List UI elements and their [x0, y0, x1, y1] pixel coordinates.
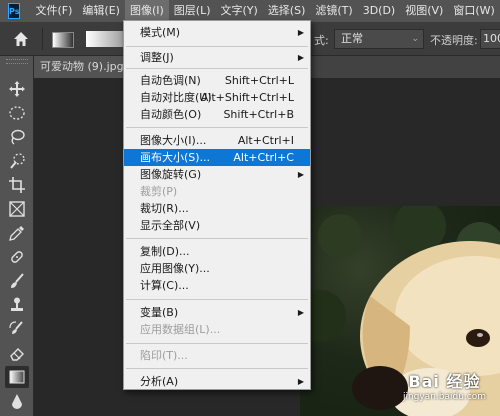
- crop-tool-icon[interactable]: [5, 174, 29, 196]
- menu-layer[interactable]: 图层(L): [169, 0, 216, 22]
- menu-window[interactable]: 窗口(W): [448, 0, 499, 22]
- submenu-arrow-icon: ▶: [297, 308, 304, 317]
- menu-item-duplicate[interactable]: 复制(D)...: [124, 243, 310, 260]
- submenu-arrow-icon: ▶: [297, 53, 304, 62]
- image-menu-dropdown: 模式(M) ▶ 调整(J) ▶ 自动色调(N) Shift+Ctrl+L 自动对…: [123, 20, 311, 390]
- gradient-tool-preset-icon[interactable]: [52, 32, 74, 48]
- menu-separator: [126, 299, 308, 300]
- watermark-brand: Bai 经验: [408, 372, 481, 391]
- menu-image[interactable]: 图像(I): [124, 0, 169, 22]
- watermark-url: jingyan.baidu.com: [402, 392, 486, 402]
- blur-tool-icon[interactable]: [5, 390, 29, 412]
- menu-separator: [126, 46, 308, 47]
- opacity-input[interactable]: 100: [480, 29, 500, 49]
- submenu-arrow-icon: ▶: [297, 170, 304, 179]
- submenu-arrow-icon: ▶: [297, 28, 304, 37]
- menu-type[interactable]: 文字(Y): [216, 0, 263, 22]
- panel-grip[interactable]: [6, 59, 28, 64]
- watermark: Bai 经验 jingyan.baidu.com: [403, 368, 486, 402]
- lasso-tool-icon[interactable]: [5, 126, 29, 148]
- frame-tool-icon[interactable]: [5, 198, 29, 220]
- menu-separator: [126, 343, 308, 344]
- menu-item-trim[interactable]: 裁切(R)...: [124, 200, 310, 217]
- menu-item-auto-color[interactable]: 自动颜色(O) Shift+Ctrl+B: [124, 106, 310, 123]
- menu-item-canvas-size[interactable]: 画布大小(S)... Alt+Ctrl+C: [124, 149, 310, 166]
- menu-item-mode[interactable]: 模式(M) ▶: [124, 24, 310, 41]
- photoshop-logo-icon: Ps: [8, 3, 21, 19]
- menu-edit[interactable]: 编辑(E): [77, 0, 125, 22]
- brush-tool-icon[interactable]: [5, 270, 29, 292]
- eyedropper-tool-icon[interactable]: [5, 222, 29, 244]
- menu-item-reveal-all[interactable]: 显示全部(V): [124, 217, 310, 234]
- menu-separator: [126, 127, 308, 128]
- blend-mode-value: 正常: [341, 32, 363, 45]
- menu-item-auto-tone[interactable]: 自动色调(N) Shift+Ctrl+L: [124, 72, 310, 89]
- home-icon[interactable]: [12, 30, 30, 48]
- menu-separator: [126, 68, 308, 69]
- move-tool-icon[interactable]: [5, 78, 29, 100]
- menu-item-calculations[interactable]: 计算(C)...: [124, 277, 310, 294]
- menu-item-trap: 陷印(T)...: [140, 349, 188, 362]
- menu-item-image-size[interactable]: 图像大小(I)... Alt+Ctrl+I: [124, 132, 310, 149]
- menu-item-crop: 裁剪(P): [140, 185, 178, 198]
- opacity-label: 不透明度:: [430, 34, 478, 47]
- tools-panel: [0, 56, 34, 416]
- submenu-arrow-icon: ▶: [297, 377, 304, 386]
- eraser-tool-icon[interactable]: [5, 342, 29, 364]
- healing-brush-tool-icon[interactable]: [5, 246, 29, 268]
- menu-item-analysis[interactable]: 分析(A) ▶: [124, 373, 310, 390]
- menu-filter[interactable]: 滤镜(T): [310, 0, 357, 22]
- menu-item-adjustments[interactable]: 调整(J) ▶: [124, 49, 310, 66]
- clone-stamp-tool-icon[interactable]: [5, 294, 29, 316]
- menu-separator: [126, 368, 308, 369]
- menu-item-apply-image[interactable]: 应用图像(Y)...: [124, 260, 310, 277]
- menu-bar: Ps 文件(F) 编辑(E) 图像(I) 图层(L) 文字(Y) 选择(S) 滤…: [0, 0, 500, 22]
- menu-3d[interactable]: 3D(D): [358, 0, 401, 22]
- menu-select[interactable]: 选择(S): [263, 0, 311, 22]
- document-tab[interactable]: 可爱动物 (9).jpg @: [34, 56, 126, 78]
- gradient-tool-icon[interactable]: [5, 366, 29, 388]
- menu-view[interactable]: 视图(V): [400, 0, 448, 22]
- menu-item-image-rotation[interactable]: 图像旋转(G) ▶: [124, 166, 310, 183]
- gradient-editor-swatch[interactable]: [86, 31, 126, 47]
- menu-item-variables[interactable]: 变量(B) ▶: [124, 304, 310, 321]
- chevron-down-icon: ⌄: [411, 34, 419, 44]
- options-separator: [42, 28, 43, 50]
- blend-mode-select[interactable]: 正常 ⌄: [334, 29, 424, 49]
- menu-item-auto-contrast[interactable]: 自动对比度(U) Alt+Shift+Ctrl+L: [124, 89, 310, 106]
- menu-item-apply-data-set: 应用数据组(L)...: [140, 323, 221, 336]
- marquee-tool-icon[interactable]: [5, 102, 29, 124]
- quick-selection-tool-icon[interactable]: [5, 150, 29, 172]
- history-brush-tool-icon[interactable]: [5, 318, 29, 340]
- menu-file[interactable]: 文件(F): [30, 0, 77, 22]
- dog-photo[interactable]: Bai 经验 jingyan.baidu.com: [300, 206, 500, 416]
- mode-label: 式:: [314, 34, 329, 47]
- menu-separator: [126, 238, 308, 239]
